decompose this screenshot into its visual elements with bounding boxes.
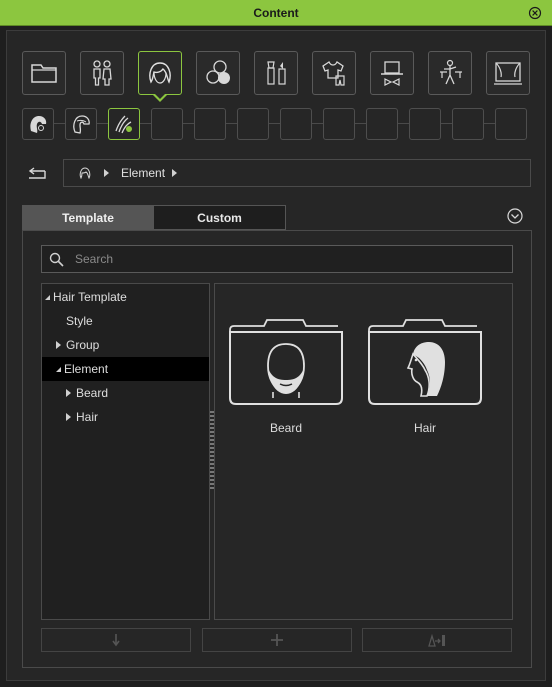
category-materials-button[interactable] (196, 51, 240, 95)
category-makeup-button[interactable] (254, 51, 298, 95)
accessory-icon (381, 61, 403, 86)
folder-icon (31, 64, 57, 83)
empty-slot (280, 108, 312, 140)
hair-preset-icon (73, 115, 90, 134)
category-folder-button[interactable] (22, 51, 66, 95)
tree-item-style[interactable]: Style (42, 309, 209, 333)
breadcrumb-separator[interactable] (104, 169, 109, 177)
apply-icon (428, 633, 445, 647)
hair-template-icon (30, 116, 47, 133)
tree-item-label: Element (64, 362, 109, 376)
empty-slot (409, 108, 441, 140)
materials-icon (206, 60, 230, 84)
empty-slot (194, 108, 226, 140)
breadcrumb-separator[interactable] (172, 169, 178, 177)
tree-item-hair[interactable]: Hair (42, 405, 209, 429)
empty-slot (151, 108, 183, 140)
stage-icon (494, 62, 522, 85)
tree-item-label: Hair (76, 410, 99, 424)
characters-icon (93, 60, 112, 86)
window-title: Content (253, 5, 299, 20)
category-characters-button[interactable] (80, 51, 124, 95)
close-icon[interactable] (528, 6, 542, 20)
breadcrumb: Element (63, 159, 531, 187)
tab-bar: Template Custom (22, 205, 286, 230)
tree-item-label: Hair Template (53, 290, 127, 304)
category-stage-button[interactable] (486, 51, 530, 95)
tree-item-group[interactable]: Group (42, 333, 209, 357)
tab-custom[interactable]: Custom (154, 205, 286, 230)
category-clothing-button[interactable] (312, 51, 356, 95)
search-box (41, 245, 513, 273)
breadcrumb-element[interactable]: Element (121, 166, 165, 180)
tree-item-label: Style (66, 314, 93, 328)
grid-item-beard[interactable]: Beard (228, 318, 344, 435)
tree-item-label: Beard (76, 386, 109, 400)
hair-icon[interactable] (78, 166, 92, 180)
download-icon (112, 634, 120, 647)
makeup-icon (267, 61, 286, 85)
title-bar: Content (0, 0, 552, 26)
empty-slot (323, 108, 355, 140)
plus-icon (271, 634, 283, 646)
apply-button[interactable] (362, 628, 512, 652)
hair-element-icon (115, 115, 132, 134)
empty-slot (366, 108, 398, 140)
empty-slot (452, 108, 484, 140)
subcategory-element-button[interactable] (108, 108, 140, 140)
tree-item-beard[interactable]: Beard (42, 381, 209, 405)
hair-folder-icon (368, 319, 482, 405)
add-button[interactable] (202, 628, 352, 652)
content-panel: Element Template Custom Hair Template St… (6, 30, 546, 681)
chevron-down-icon[interactable] (507, 208, 523, 224)
hair-icon (149, 62, 171, 84)
category-accessory-button[interactable] (370, 51, 414, 95)
search-icon (49, 252, 64, 267)
library-content: Hair Template Style Group Element Beard … (22, 230, 532, 668)
grid-item-label: Beard (269, 421, 303, 435)
empty-slot (495, 108, 527, 140)
folder-tree: Hair Template Style Group Element Beard … (41, 283, 210, 620)
tree-item-label: Group (66, 338, 100, 352)
subcategory-preset-button[interactable] (65, 108, 97, 140)
tree-item-hair-template[interactable]: Hair Template (42, 285, 209, 309)
expand-icon[interactable] (56, 366, 61, 372)
grid-item-hair[interactable]: Hair (367, 318, 483, 435)
item-grid: Beard Hair (214, 283, 513, 620)
back-icon[interactable] (25, 165, 49, 185)
download-button[interactable] (41, 628, 191, 652)
category-hair-button[interactable] (138, 51, 182, 95)
clothing-icon (322, 61, 345, 86)
expand-icon[interactable] (66, 413, 71, 421)
search-input[interactable] (75, 252, 495, 266)
expand-icon[interactable] (45, 294, 50, 300)
tree-item-element[interactable]: Element (42, 357, 209, 381)
expand-icon[interactable] (56, 341, 61, 349)
tab-template[interactable]: Template (22, 205, 154, 230)
motion-icon (440, 59, 462, 85)
category-motion-button[interactable] (428, 51, 472, 95)
grid-item-label: Hair (413, 421, 436, 435)
expand-icon[interactable] (66, 389, 71, 397)
empty-slot (237, 108, 269, 140)
beard-folder-icon (229, 319, 343, 405)
subcategory-template-button[interactable] (22, 108, 54, 140)
